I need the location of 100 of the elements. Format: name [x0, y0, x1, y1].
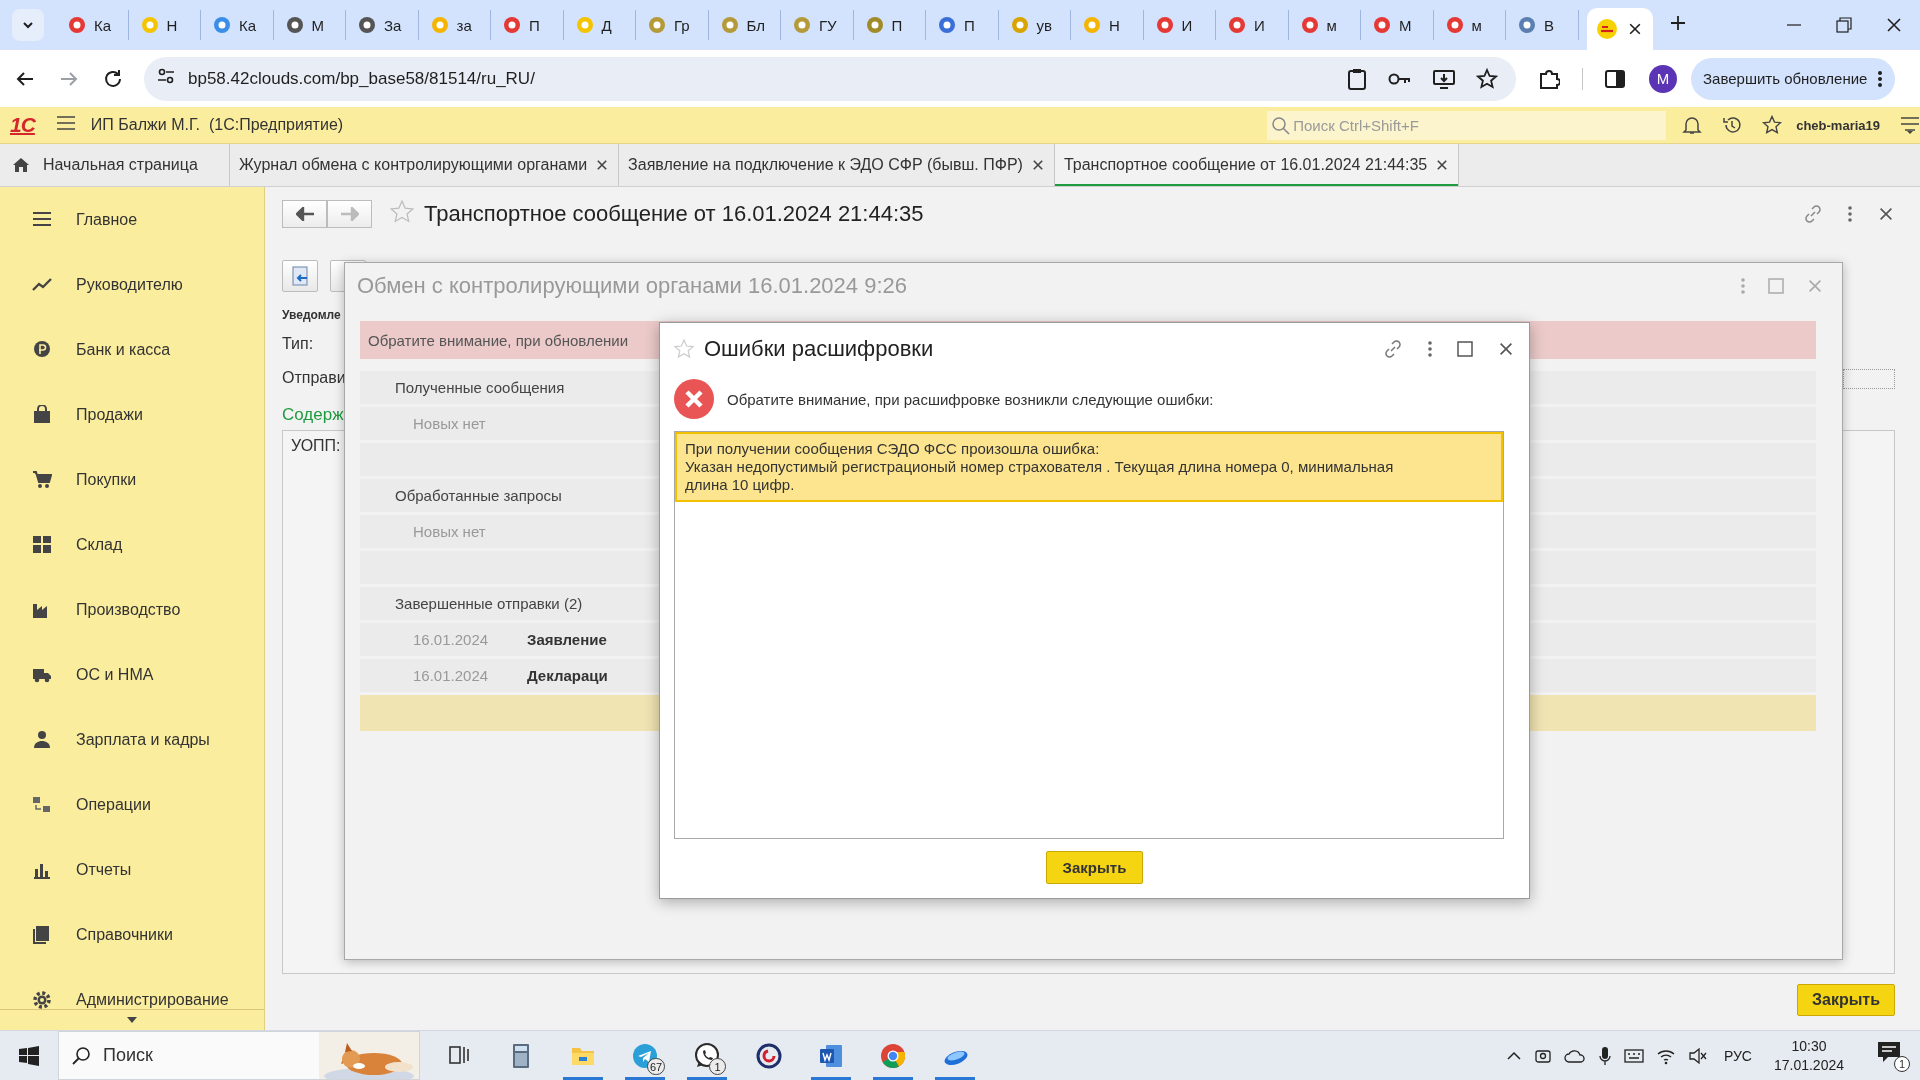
update-button[interactable]: Завершить обновление	[1691, 57, 1896, 100]
star-icon[interactable]	[390, 200, 414, 224]
tab-search-button[interactable]	[12, 9, 44, 41]
sidebar-item[interactable]: Администрирование	[0, 967, 264, 1030]
app-tab[interactable]: Заявление на подключение к ЭДО СФР (бывш. ПФР)	[619, 144, 1055, 186]
sidebar-item[interactable]: Склад	[0, 512, 264, 577]
logo[interactable]: 1С	[10, 113, 35, 137]
sidebar-item[interactable]: Покупки	[0, 447, 264, 512]
section-title[interactable]: Завершенные отправки (2)	[360, 595, 583, 612]
site-icon	[1373, 16, 1391, 34]
section-title[interactable]: Обработанные запросы	[360, 487, 562, 504]
search-icon	[1271, 115, 1292, 136]
side-panel-icon[interactable]	[1605, 68, 1625, 89]
grid-icon	[32, 534, 52, 555]
star-icon[interactable]	[1762, 115, 1783, 135]
more-icon[interactable]	[1427, 340, 1433, 358]
site-icon	[285, 16, 304, 34]
error-message[interactable]: При получении сообщения СЭДО ФСС произошла ошибка: Указан недопустимый регистрационый номер страхователя . Текущая длина номера 0, минимальная длина 10 цифр.	[675, 432, 1503, 502]
browser-tab[interactable]: И	[1143, 10, 1216, 40]
install-icon[interactable]	[1433, 68, 1455, 89]
site-info-icon[interactable]	[156, 66, 176, 86]
browser-tab[interactable]: Бл	[708, 10, 781, 40]
app-tab[interactable]: Начальная страница	[0, 144, 230, 186]
sidebar-item[interactable]: Главное	[0, 187, 264, 252]
browser-tab[interactable]: П	[926, 10, 999, 40]
sidebar-item[interactable]: Продажи	[0, 382, 264, 447]
profile-avatar[interactable]: M	[1649, 64, 1677, 93]
browser-tab[interactable]: Ка	[56, 10, 129, 40]
sidebar-item[interactable]: ОС и НМА	[0, 642, 264, 707]
bell-icon[interactable]	[1682, 115, 1703, 135]
sidebar-item[interactable]: Справочники	[0, 902, 264, 967]
close-icon[interactable]	[595, 158, 610, 172]
browser-tab[interactable]: м	[1433, 10, 1506, 40]
browser-tab[interactable]: П	[853, 10, 926, 40]
keyboard-icon[interactable]	[1623, 1046, 1644, 1065]
menu-icon[interactable]	[56, 116, 75, 130]
browser-tab[interactable]: В	[1506, 10, 1579, 40]
link-icon[interactable]	[1383, 339, 1403, 359]
app-tab[interactable]: Транспортное сообщение от 16.01.2024 21:44:35	[1054, 144, 1460, 186]
notifications-icon[interactable]	[1876, 1039, 1902, 1064]
search-field[interactable]: Поиск Ctrl+Shift+F	[1267, 110, 1667, 140]
clock[interactable]: 10:30 17.01.2024	[1773, 1036, 1844, 1075]
close-icon[interactable]	[1030, 158, 1045, 172]
sidebar-item[interactable]: Операции	[0, 772, 264, 837]
close-icon[interactable]	[1877, 205, 1895, 223]
running-indicator	[687, 1077, 727, 1080]
browser-tab[interactable]: М	[1361, 10, 1434, 40]
book-icon	[32, 924, 52, 945]
search-field[interactable]: Поиск	[58, 1031, 420, 1080]
history-icon[interactable]	[1722, 115, 1743, 135]
document-title: Транспортное сообщение от 16.01.2024 21:44:35	[424, 201, 924, 227]
microphone-icon[interactable]	[1597, 1045, 1612, 1066]
close-button[interactable]: Закрыть	[1045, 851, 1144, 884]
maximize-icon[interactable]	[1457, 341, 1473, 357]
browser-tab[interactable]: м	[1288, 10, 1361, 40]
sidebar-item[interactable]: Банк и касса	[0, 317, 264, 382]
browser-tab[interactable]: Д	[563, 10, 636, 40]
sidebar-item[interactable]: Производство	[0, 577, 264, 642]
section-title[interactable]: Полученные сообщения	[360, 379, 565, 396]
back-button[interactable]	[282, 200, 327, 228]
browser-tab[interactable]: И	[1216, 10, 1289, 40]
browser-tab[interactable]: ГУ	[781, 10, 854, 40]
browser-tab[interactable]: Н	[1071, 10, 1144, 40]
dialog-title: Обмен с контролирующими органами 16.01.2024 9:26	[357, 273, 907, 299]
plus-icon[interactable]	[1668, 14, 1687, 32]
user-name[interactable]: cheb-maria19	[1796, 117, 1880, 133]
close-icon[interactable]	[1497, 340, 1515, 358]
browser-tab[interactable]: П	[491, 10, 564, 40]
browser-tab[interactable]: М	[273, 10, 346, 40]
sidebar-item[interactable]: Отчеты	[0, 837, 264, 902]
close-button[interactable]: Закрыть	[1796, 984, 1895, 1016]
more-icon[interactable]	[1847, 205, 1853, 223]
taskbar-app[interactable]: 1	[676, 1031, 738, 1080]
app-tab[interactable]: Журнал обмена с контролирующими органами	[230, 144, 620, 186]
windows-icon[interactable]	[19, 1045, 39, 1066]
link-icon[interactable]	[1803, 204, 1823, 224]
extensions-icon[interactable]	[1538, 67, 1560, 90]
star-icon[interactable]	[1476, 67, 1498, 90]
browser-tab[interactable]: Гр	[636, 10, 709, 40]
sidebar-item[interactable]: Зарплата и кадры	[0, 707, 264, 772]
cloud-icon[interactable]	[1563, 1047, 1586, 1064]
browser-tab[interactable]: ув	[998, 10, 1071, 40]
site-icon	[358, 16, 376, 34]
browser-tab[interactable]: За	[346, 10, 419, 40]
browser-tab[interactable]: Н	[128, 10, 201, 40]
browser-tab[interactable]	[1586, 8, 1653, 50]
sidebar-item[interactable]: Руководителю	[0, 252, 264, 317]
toolbar-button[interactable]	[282, 260, 318, 292]
browser-tab[interactable]: Ка	[201, 10, 274, 40]
reload-icon[interactable]	[102, 67, 124, 90]
browser-tab[interactable]: за	[418, 10, 491, 40]
taskbar-app[interactable]: 67	[614, 1031, 676, 1080]
close-icon[interactable]	[1435, 158, 1450, 172]
restore-icon[interactable]	[1834, 15, 1854, 35]
language-indicator[interactable]: РУС	[1723, 1047, 1752, 1064]
menu-icon[interactable]	[1900, 116, 1920, 134]
caret-down-icon[interactable]	[127, 1017, 137, 1023]
address-field[interactable]: bp58.42clouds.com/bp_base58/81514/ru_RU/	[144, 56, 1516, 101]
clipboard-icon[interactable]	[1347, 67, 1367, 90]
speaker-muted-icon[interactable]	[1687, 1046, 1708, 1065]
